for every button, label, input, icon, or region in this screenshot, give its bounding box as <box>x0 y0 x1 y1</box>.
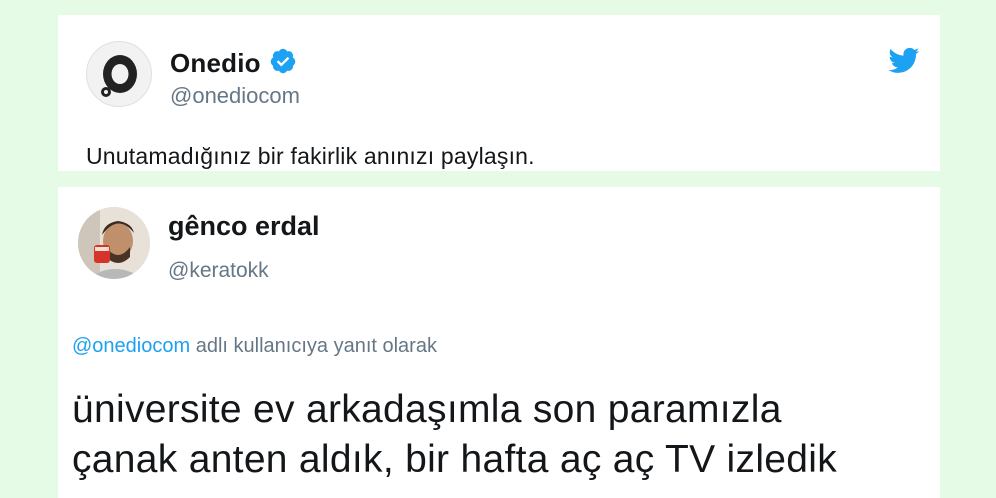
source-author-row: Onedio <box>170 47 297 80</box>
reply-tweet-text: üniversite ev arkadaşımla son paramızla … <box>72 385 837 485</box>
user-photo-avatar[interactable] <box>78 207 150 279</box>
verified-badge-icon <box>269 47 297 80</box>
reply-suffix-text: adlı kullanıcıya yanıt olarak <box>195 335 437 357</box>
reply-tweet-card: gênco erdal @keratokk @onediocom adlı ku… <box>58 187 940 498</box>
reply-text-line-2: çanak anten aldık, bir hafta aç aç TV iz… <box>72 438 838 481</box>
source-author-handle[interactable]: @onediocom <box>170 83 300 109</box>
source-author-name[interactable]: Onedio <box>170 48 261 79</box>
source-tweet-text: Unutamadığınız bir fakirlik anınızı payl… <box>86 143 535 169</box>
onedio-logo-avatar[interactable] <box>86 41 152 107</box>
twitter-bird-icon[interactable] <box>888 47 920 78</box>
reply-author-handle[interactable]: @keratokk <box>168 259 269 283</box>
page: Onedio @onediocom Unutamadığınız bir fak… <box>0 0 996 498</box>
reply-text-line-1: üniversite ev arkadaşımla son paramızla <box>72 388 782 431</box>
source-tweet-card: Onedio @onediocom Unutamadığınız bir fak… <box>58 15 940 171</box>
reply-author-name[interactable]: gênco erdal <box>168 211 320 242</box>
replying-to-line: @onediocom adlı kullanıcıya yanıt olarak <box>72 335 437 358</box>
reply-mention-link[interactable]: @onediocom <box>72 335 190 357</box>
